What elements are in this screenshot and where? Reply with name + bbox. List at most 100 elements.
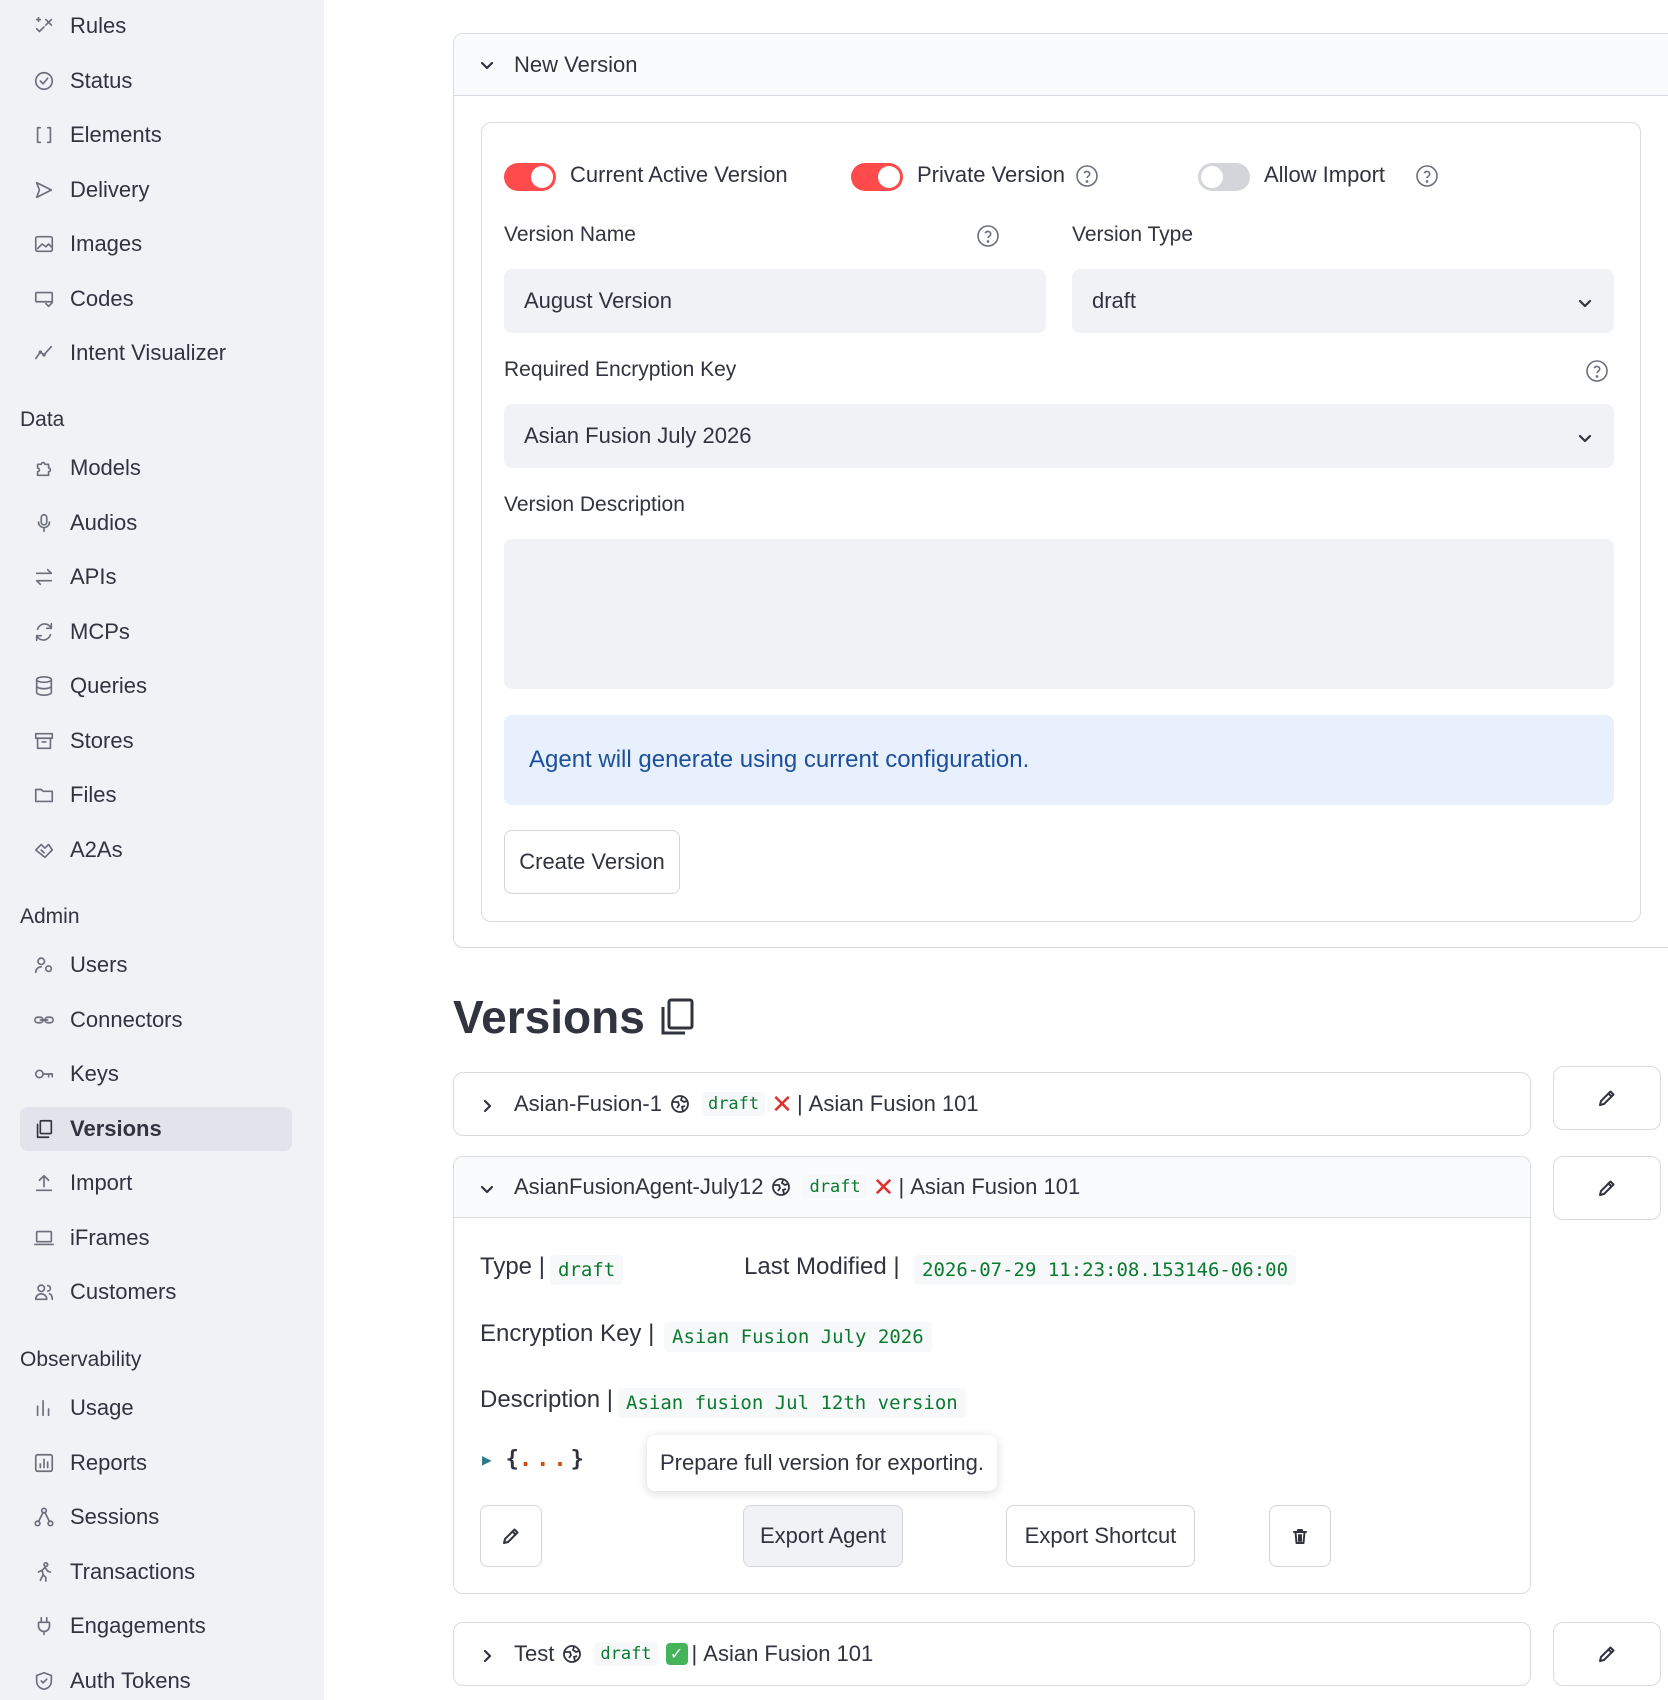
last-modified-value: 2026-07-29 11:23:08.153146-06:00	[914, 1255, 1297, 1285]
sidebar-item-delivery[interactable]: Delivery	[20, 168, 292, 212]
private-version-label: Private Version	[917, 162, 1065, 187]
help-icon[interactable]	[1585, 359, 1609, 383]
sidebar-item-label: Delivery	[70, 176, 150, 202]
pencil-icon	[1599, 1180, 1615, 1196]
sidebar-item-images[interactable]: Images	[20, 222, 292, 266]
new-version-form: Current Active Version Private Version A…	[481, 122, 1641, 922]
cross-mark-icon: ✕	[771, 1088, 793, 1119]
sidebar-item-files[interactable]: Files	[20, 773, 292, 817]
sidebar-item-label: Images	[70, 231, 143, 256]
shield-icon	[32, 1669, 56, 1693]
sidebar-item-label: APIs	[70, 564, 117, 589]
separator: |	[898, 1174, 905, 1199]
edit-version-button[interactable]	[1553, 1066, 1661, 1130]
sidebar-item-keys[interactable]: Keys	[20, 1052, 292, 1096]
archive-icon	[32, 729, 56, 753]
sidebar-item-users[interactable]: Users	[20, 943, 292, 987]
json-expander[interactable]: ▶ { ... }	[482, 1447, 584, 1472]
version-row-header[interactable]: Asian-Fusion-1 draft ✕ | Asian Fusion 10…	[454, 1073, 1530, 1135]
globe-icon	[670, 1094, 690, 1114]
delete-button[interactable]	[1269, 1505, 1331, 1567]
version-name-input[interactable]: August Version	[504, 269, 1046, 333]
sidebar-item-models[interactable]: Models	[20, 446, 292, 490]
version-row-header[interactable]: Test draft ✓ | Asian Fusion 101	[454, 1623, 1530, 1685]
new-version-header[interactable]: New Version	[454, 34, 1668, 96]
sidebar-item-intent-visualizer[interactable]: Intent Visualizer	[20, 331, 292, 375]
chevron-right-icon	[478, 1095, 496, 1113]
microphone-icon	[32, 511, 56, 535]
versions-heading: Versions	[453, 990, 695, 1044]
sidebar-item-iframes[interactable]: iFrames	[20, 1216, 292, 1260]
sidebar-item-versions[interactable]: Versions	[20, 1106, 292, 1151]
sidebar-section-observability: Observability	[20, 1348, 142, 1371]
sidebar-item-a2as[interactable]: A2As	[20, 828, 292, 872]
version-row-header[interactable]: AsianFusionAgent-July12 draft ✕ | Asian …	[454, 1157, 1530, 1218]
sidebar-item-stores[interactable]: Stores	[20, 719, 292, 763]
sidebar-item-rules[interactable]: Rules	[20, 4, 292, 48]
copy-icon	[32, 1117, 56, 1141]
database-icon	[32, 674, 56, 698]
sidebar-item-audios[interactable]: Audios	[20, 501, 292, 545]
version-type-badge: draft	[803, 1175, 867, 1199]
sidebar-item-label: Intent Visualizer	[70, 340, 227, 365]
version-description-textarea[interactable]	[504, 539, 1614, 689]
help-icon[interactable]	[976, 224, 1000, 248]
sidebar-item-status[interactable]: Status	[20, 59, 292, 103]
globe-icon	[562, 1644, 582, 1664]
version-row: Test draft ✓ | Asian Fusion 101	[453, 1622, 1531, 1686]
sidebar-item-mcps[interactable]: MCPs	[20, 610, 292, 654]
chevron-down-icon	[478, 1178, 496, 1196]
arrows-icon	[32, 565, 56, 589]
help-icon[interactable]	[1415, 164, 1439, 188]
encryption-key-value: Asian Fusion July 2026	[524, 423, 752, 448]
private-version-toggle[interactable]	[851, 163, 903, 191]
copy-icon	[661, 998, 694, 1035]
sidebar-item-usage[interactable]: Usage	[20, 1386, 292, 1430]
edit-version-button[interactable]	[1553, 1156, 1661, 1220]
encryption-key-select[interactable]: Asian Fusion July 2026	[504, 404, 1614, 468]
export-agent-button[interactable]: Export Agent	[743, 1505, 903, 1567]
rules-icon	[32, 14, 56, 38]
edit-button[interactable]	[480, 1505, 542, 1567]
description-value: Asian fusion Jul 12th version	[618, 1388, 966, 1418]
sidebar-item-label: Models	[70, 455, 141, 480]
version-type-badge: draft	[594, 1642, 658, 1666]
sidebar-item-label: Versions	[70, 1115, 162, 1141]
sidebar-item-sessions[interactable]: Sessions	[20, 1495, 292, 1539]
allow-import-label: Allow Import	[1264, 162, 1386, 187]
export-shortcut-button[interactable]: Export Shortcut	[1006, 1505, 1195, 1567]
sidebar-item-import[interactable]: Import	[20, 1161, 292, 1205]
help-icon[interactable]	[1075, 164, 1099, 188]
run-icon	[32, 1560, 56, 1584]
encryption-key-label: Encryption Key |	[480, 1320, 655, 1347]
sidebar-item-auth-tokens[interactable]: Auth Tokens	[20, 1659, 292, 1700]
sidebar-item-queries[interactable]: Queries	[20, 664, 292, 708]
sidebar-item-label: Elements	[70, 122, 162, 147]
sidebar-item-customers[interactable]: Customers	[20, 1270, 292, 1314]
sidebar-item-codes[interactable]: Codes	[20, 277, 292, 321]
current-active-toggle[interactable]	[504, 163, 556, 191]
sidebar-item-label: Files	[70, 782, 117, 807]
chevron-down-icon	[1576, 292, 1594, 310]
sidebar-item-transactions[interactable]: Transactions	[20, 1550, 292, 1594]
users-gear-icon	[32, 953, 56, 977]
edit-version-button[interactable]	[1553, 1622, 1661, 1686]
versions-title: Versions	[453, 991, 645, 1043]
sidebar-item-label: Connectors	[70, 1006, 183, 1032]
folder-icon	[32, 783, 56, 807]
allow-import-toggle[interactable]	[1198, 163, 1250, 191]
sidebar-item-elements[interactable]: Elements	[20, 113, 292, 157]
sidebar-item-reports[interactable]: Reports	[20, 1441, 292, 1485]
sidebar-item-connectors[interactable]: Connectors	[20, 998, 292, 1042]
version-type-select[interactable]: draft	[1072, 269, 1614, 333]
refresh-icon	[32, 620, 56, 644]
version-name-label: Version Name	[504, 223, 636, 246]
sidebar-section-data: Data	[20, 408, 65, 431]
report-icon	[32, 1451, 56, 1475]
sidebar-item-apis[interactable]: APIs	[20, 555, 292, 599]
separator: |	[691, 1641, 698, 1666]
create-version-button[interactable]: Create Version	[504, 830, 680, 894]
version-type-value: draft	[1092, 288, 1137, 313]
sidebar-item-engagements[interactable]: Engagements	[20, 1604, 292, 1648]
customers-icon	[32, 1280, 56, 1304]
